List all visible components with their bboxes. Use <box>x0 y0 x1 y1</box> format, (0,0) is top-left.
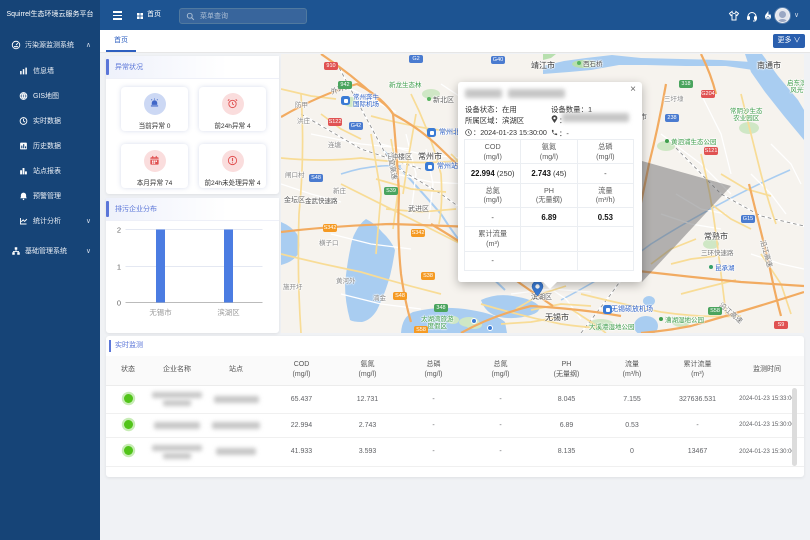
svg-text:1: 1 <box>117 263 121 272</box>
svg-text:2: 2 <box>117 226 121 235</box>
svg-text:0: 0 <box>117 299 121 308</box>
